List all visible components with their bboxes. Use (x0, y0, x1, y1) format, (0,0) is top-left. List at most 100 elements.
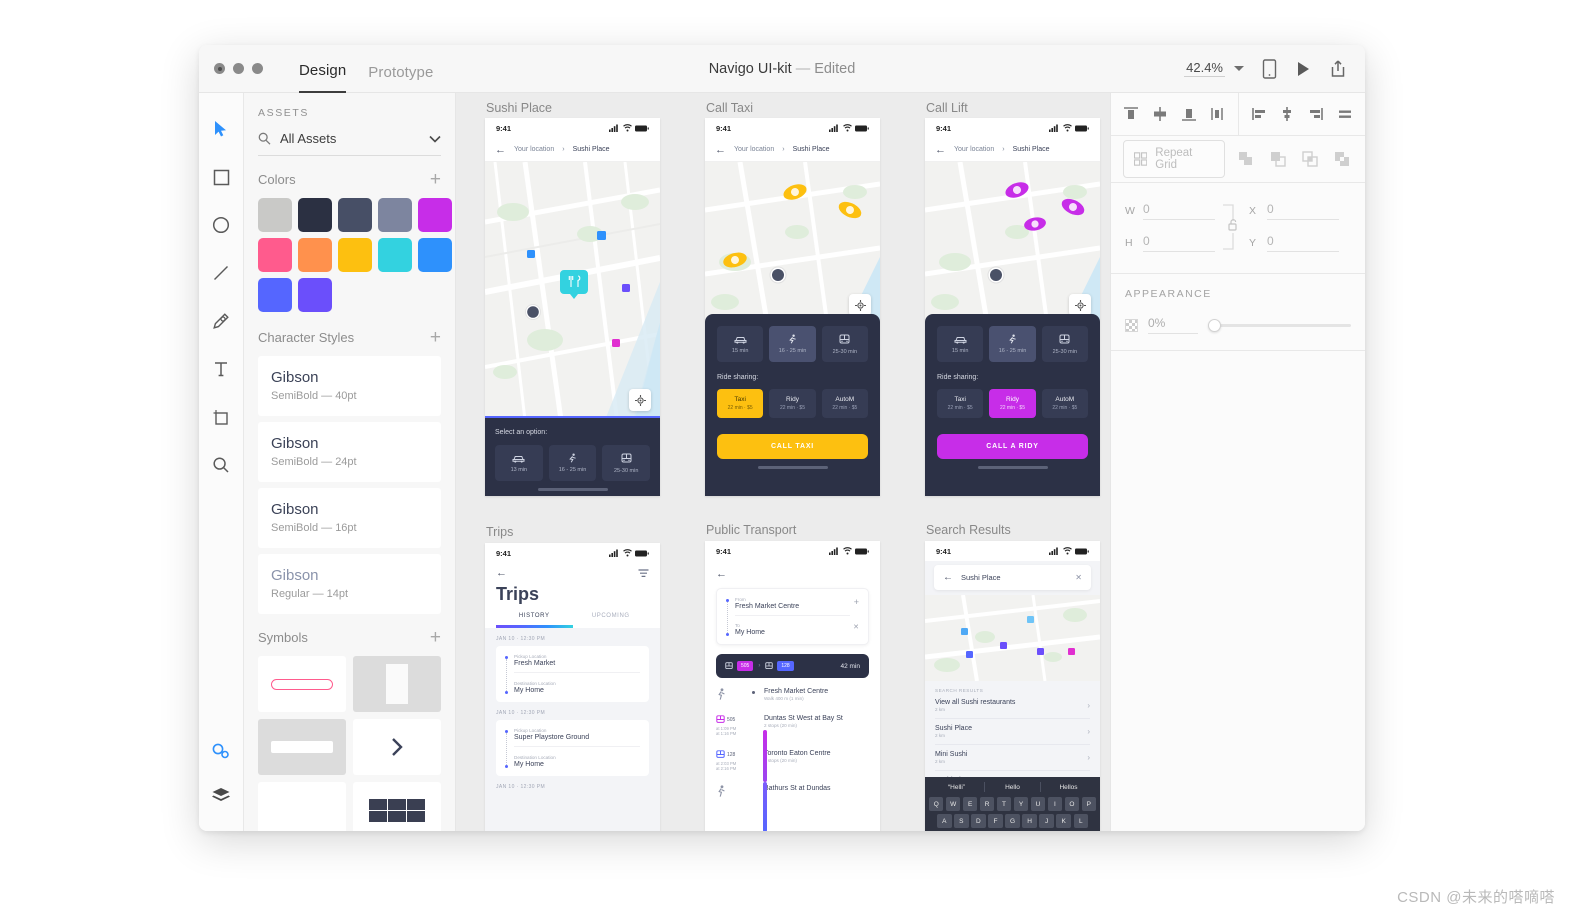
layers-panel-icon[interactable] (199, 773, 244, 817)
add-stop-icon[interactable]: + (854, 597, 859, 607)
tab-history[interactable]: HISTORY (496, 613, 573, 625)
y-field[interactable]: Y 0 (1249, 234, 1339, 252)
suggestion-1[interactable]: Hello (985, 784, 1040, 791)
zoom-control[interactable]: 42.4% (1184, 60, 1244, 77)
height-value[interactable]: 0 (1143, 234, 1215, 252)
artboard-search-results[interactable]: 9:41 ← Sushi Place ✕ SEARCH RESULTS View… (925, 541, 1100, 831)
search-bar[interactable]: ← Sushi Place ✕ (934, 565, 1091, 590)
symbol-blank-symbol[interactable] (258, 782, 346, 831)
option-scooter[interactable]: 16 - 25 min (769, 326, 816, 362)
trip-card[interactable]: Pickup Location Super Playstore Ground D… (496, 719, 649, 776)
align-left-icon[interactable] (1248, 103, 1270, 125)
color-swatch-0[interactable] (258, 198, 292, 232)
artboard-label-call-lift[interactable]: Call Lift (926, 101, 968, 115)
breadcrumb-your-location[interactable]: Your location (954, 146, 994, 153)
call-taxi-button[interactable]: CALL TAXI (717, 434, 868, 459)
symbol-breadcrumb-bar-symbol[interactable] (258, 719, 346, 775)
y-value[interactable]: 0 (1267, 234, 1339, 252)
key-Q[interactable]: Q (929, 797, 944, 811)
symbol-input-field-symbol[interactable] (258, 656, 346, 712)
search-input[interactable]: Sushi Place (961, 573, 1067, 582)
recenter-button[interactable] (1069, 294, 1091, 316)
key-Y[interactable]: Y (1013, 797, 1029, 811)
window-controls[interactable] (214, 63, 263, 74)
exclude-overlap-icon[interactable] (1331, 148, 1353, 170)
color-swatch-7[interactable] (338, 238, 372, 272)
to-value[interactable]: My Home (735, 629, 849, 636)
back-icon[interactable]: ← (715, 144, 726, 156)
artboard-label-trips[interactable]: Trips (486, 525, 513, 539)
option-transit[interactable]: 25-30 min (1041, 326, 1088, 362)
route-step[interactable]: Bathurs St at Dundas (716, 785, 869, 803)
add-character-style-button[interactable]: + (430, 328, 441, 347)
symbol-keypad-symbol[interactable] (353, 782, 441, 831)
tab-design[interactable]: Design (299, 46, 347, 93)
chevron-down-icon[interactable] (1234, 66, 1244, 71)
key-E[interactable]: E (962, 797, 978, 811)
text-tool-icon[interactable] (199, 345, 244, 393)
suggestion-2[interactable]: Hellos (1041, 784, 1096, 791)
pen-tool-icon[interactable] (199, 297, 244, 345)
align-center-vertical-icon[interactable] (1149, 103, 1171, 125)
character-style-card-1[interactable]: Gibson SemiBold — 24pt (258, 422, 441, 482)
maximize-window-button[interactable] (252, 63, 263, 74)
trip-card[interactable]: Pickup Location Fresh Market Destination… (496, 645, 649, 702)
key-S[interactable]: S (954, 814, 969, 828)
color-swatch-5[interactable] (258, 238, 292, 272)
key-H[interactable]: H (1022, 814, 1037, 828)
opacity-value[interactable]: 0% (1148, 316, 1198, 334)
result-item[interactable]: Mini Sushi 2 km › (935, 751, 1090, 771)
recenter-button[interactable] (849, 294, 871, 316)
suggestion-0[interactable]: “Helli” (929, 784, 984, 791)
option-car[interactable]: 15 min (717, 326, 764, 362)
color-swatch-4[interactable] (418, 198, 452, 232)
option-car[interactable]: 15 min (937, 326, 984, 362)
mobile-preview-icon[interactable] (1262, 58, 1277, 79)
artboard-call-taxi[interactable]: 9:41 ← Your location › Sushi Place 15 mi… (705, 118, 880, 496)
rectangle-tool-icon[interactable] (199, 153, 244, 201)
color-swatch-8[interactable] (378, 238, 412, 272)
call-a-ridy-button[interactable]: CALL A RIDY (937, 434, 1088, 459)
map-view[interactable] (925, 161, 1100, 323)
union-icon[interactable] (1235, 148, 1257, 170)
ride-option-autom[interactable]: AutoM 22 min · $5 (1041, 389, 1088, 418)
play-icon[interactable] (1295, 60, 1311, 78)
key-G[interactable]: G (1005, 814, 1020, 828)
ride-option-ridy[interactable]: Ridy 22 min · $5 (989, 389, 1036, 418)
color-swatch-3[interactable] (378, 198, 412, 232)
breadcrumb-sushi-place[interactable]: Sushi Place (793, 146, 830, 153)
width-value[interactable]: 0 (1143, 202, 1215, 220)
artboard-label-public-transport[interactable]: Public Transport (706, 523, 796, 537)
map-view[interactable] (485, 161, 660, 421)
result-item[interactable]: Sushi Place 2 km › (935, 725, 1090, 745)
key-K[interactable]: K (1056, 814, 1071, 828)
artboard-label-call-taxi[interactable]: Call Taxi (706, 101, 753, 115)
key-T[interactable]: T (996, 797, 1012, 811)
recenter-button[interactable] (629, 389, 651, 411)
add-symbol-button[interactable]: + (430, 628, 441, 647)
route-step[interactable]: Fresh Market Centre Walk 400 m (1 min) (716, 688, 869, 701)
zoom-tool-icon[interactable] (199, 441, 244, 489)
ride-option-autom[interactable]: AutoM 22 min · $5 (821, 389, 868, 418)
breadcrumb-sushi-place[interactable]: Sushi Place (1013, 146, 1050, 153)
symbol-card-symbol[interactable] (353, 656, 441, 712)
back-icon[interactable]: ← (943, 572, 953, 583)
line-tool-icon[interactable] (199, 249, 244, 297)
repeat-grid-button[interactable]: Repeat Grid (1123, 140, 1225, 178)
back-icon[interactable]: ← (496, 567, 507, 579)
key-J[interactable]: J (1039, 814, 1054, 828)
assets-search-value[interactable]: All Assets (280, 131, 420, 146)
artboard-call-lift[interactable]: 9:41 ← Your location › Sushi Place 15 mi… (925, 118, 1100, 496)
key-D[interactable]: D (971, 814, 986, 828)
route-summary-bar[interactable]: 505 › 128 42 min (716, 654, 869, 678)
breadcrumb-your-location[interactable]: Your location (514, 146, 554, 153)
character-style-card-0[interactable]: Gibson SemiBold — 40pt (258, 356, 441, 416)
artboard-public-transport[interactable]: 9:41 ← From Fresh Market Centre + To My … (705, 541, 880, 831)
distribute-vertical-icon[interactable] (1206, 103, 1228, 125)
key-P[interactable]: P (1081, 797, 1097, 811)
route-step[interactable]: 128 at 2:03 PM at 2:16 PM Toronto Eaton … (716, 750, 869, 771)
ride-option-ridy[interactable]: Ridy 22 min · $5 (769, 389, 816, 418)
distribute-horizontal-icon[interactable] (1334, 103, 1356, 125)
option-transit[interactable]: 25-30 min (821, 326, 868, 362)
design-canvas[interactable]: Sushi Place Call Taxi Call Lift 9:41 ← Y… (456, 93, 1110, 831)
